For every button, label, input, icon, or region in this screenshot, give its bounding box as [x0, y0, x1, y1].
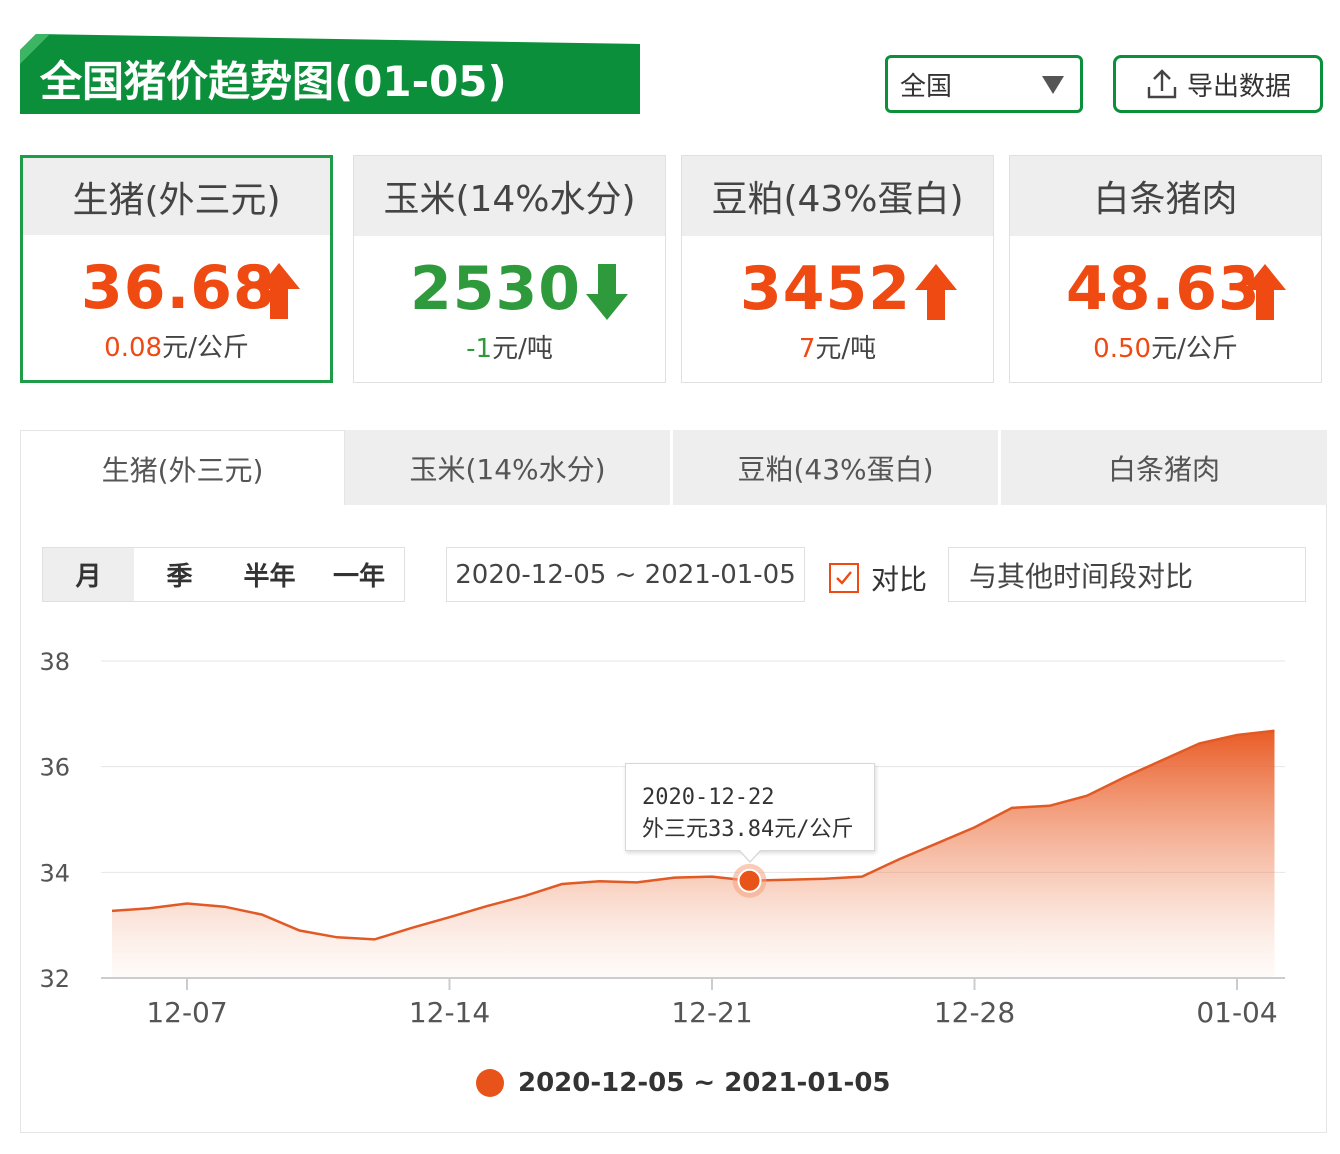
y-tick-label: 32	[39, 965, 70, 993]
x-tick-label: 12-14	[409, 996, 490, 1029]
tooltip-date: 2020-12-22	[642, 785, 775, 810]
legend-swatch	[476, 1069, 504, 1097]
x-tick-label: 01-04	[1196, 996, 1277, 1029]
chart-tooltip: 2020-12-22 外三元33.84元/公斤	[625, 763, 875, 863]
x-tick-label: 12-21	[671, 996, 752, 1029]
tooltip-value: 外三元33.84元/公斤	[642, 817, 854, 842]
y-tick-label: 36	[39, 754, 70, 782]
price-trend-chart: 32 34 36 38 12-07 12-14 12-21 12-28 01-04	[39, 648, 1285, 1029]
y-tick-label: 34	[39, 859, 70, 887]
legend-label: 2020-12-05 ~ 2021-01-05	[518, 1068, 891, 1098]
x-tick-label: 12-28	[934, 996, 1015, 1029]
chart-legend[interactable]: 2020-12-05 ~ 2021-01-05	[476, 1068, 891, 1098]
y-tick-label: 38	[39, 648, 70, 676]
x-tick-label: 12-07	[146, 996, 227, 1029]
highlight-point[interactable]	[737, 868, 762, 893]
